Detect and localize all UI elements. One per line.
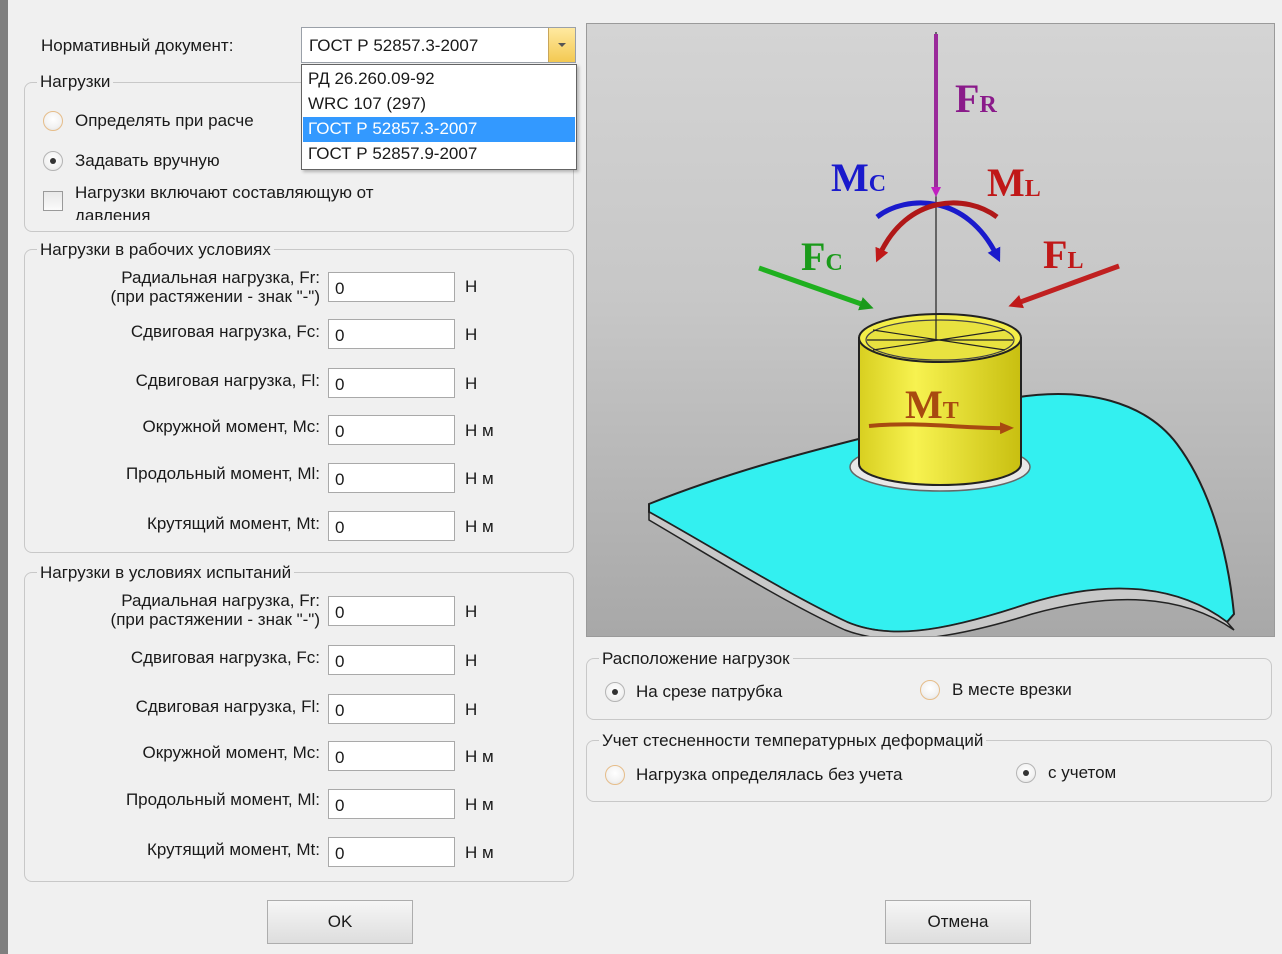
test-fc-input[interactable]: 0 — [328, 645, 455, 675]
radio-calc[interactable] — [43, 111, 63, 131]
radio-manual-label[interactable]: Задавать вручную — [75, 151, 220, 171]
test-fl-unit: Н — [465, 700, 478, 719]
radio-thermal-without-label[interactable]: Нагрузка определялась без учета — [636, 765, 903, 785]
work-mc-unit: Н м — [465, 421, 494, 440]
test-ml-input[interactable]: 0 — [328, 789, 455, 819]
location-group-title: Расположение нагрузок — [599, 649, 793, 669]
work-fc-input[interactable]: 0 — [328, 319, 455, 349]
fc-label: FC — [801, 234, 843, 279]
work-fl-label: Сдвиговая нагрузка, Fl: — [135, 371, 320, 390]
work-ml-unit: Н м — [465, 469, 494, 488]
cancel-button[interactable]: Отмена — [885, 900, 1031, 944]
pressure-checkbox-label-clipped: давления — [75, 206, 151, 220]
test-fr-unit: Н — [465, 602, 478, 621]
work-mt-label: Крутящий момент, Mt: — [147, 514, 320, 533]
mc-label: MC — [831, 155, 886, 200]
work-group-title: Нагрузки в рабочих условиях — [37, 240, 274, 260]
work-fl-unit: Н — [465, 374, 478, 393]
pressure-checkbox-label[interactable]: Нагрузки включают составляющую от — [75, 183, 374, 203]
work-ml-label: Продольный момент, Ml: — [125, 464, 320, 483]
radio-thermal-without[interactable] — [605, 765, 625, 785]
work-fc-label: Сдвиговая нагрузка, Fc: — [130, 322, 320, 341]
radio-location-insert-label[interactable]: В месте врезки — [952, 680, 1072, 700]
test-fr-input[interactable]: 0 — [328, 596, 455, 626]
work-fr-label: Радиальная нагрузка, Fr: (при растяжении… — [110, 268, 320, 306]
test-mc-input[interactable]: 0 — [328, 741, 455, 771]
radio-thermal-with[interactable] — [1016, 763, 1036, 783]
test-mt-label: Крутящий момент, Mt: — [147, 840, 320, 859]
test-fl-label: Сдвиговая нагрузка, Fl: — [135, 697, 320, 716]
work-fr-input[interactable]: 0 — [328, 272, 455, 302]
radio-location-cut-label[interactable]: На срезе патрубка — [636, 682, 782, 702]
dropdown-option-rd[interactable]: РД 26.260.09-92 — [303, 67, 575, 92]
test-fl-input[interactable]: 0 — [328, 694, 455, 724]
ok-button[interactable]: OK — [267, 900, 413, 944]
test-ml-unit: Н м — [465, 795, 494, 814]
work-mt-input[interactable]: 0 — [328, 511, 455, 541]
ml-label: ML — [987, 160, 1041, 205]
window-left-border — [0, 0, 8, 954]
test-group-title: Нагрузки в условиях испытаний — [37, 563, 295, 583]
normative-combobox-value: ГОСТ Р 52857.3-2007 — [309, 36, 479, 55]
chevron-down-icon[interactable] — [548, 28, 575, 62]
normative-combobox[interactable]: ГОСТ Р 52857.3-2007 — [301, 27, 576, 63]
test-ml-label: Продольный момент, Ml: — [125, 790, 320, 809]
test-fc-label: Сдвиговая нагрузка, Fc: — [130, 648, 320, 667]
radio-location-cut[interactable] — [605, 682, 625, 702]
work-fr-unit: Н — [465, 277, 478, 296]
test-mc-label: Окружной момент, Mc: — [142, 743, 320, 762]
test-fr-label: Радиальная нагрузка, Fr: (при растяжении… — [110, 591, 320, 629]
radio-location-insert[interactable] — [920, 680, 940, 700]
radio-manual[interactable] — [43, 151, 63, 171]
test-mc-unit: Н м — [465, 747, 494, 766]
nozzle-load-diagram: FR MC ML FC FL MT — [648, 32, 1236, 636]
fr-label: FR — [955, 76, 997, 121]
work-fc-unit: Н — [465, 325, 478, 344]
fl-label: FL — [1043, 232, 1083, 277]
dropdown-option-gost-9[interactable]: ГОСТ Р 52857.9-2007 — [303, 142, 575, 167]
test-mt-unit: Н м — [465, 843, 494, 862]
radio-thermal-with-label[interactable]: с учетом — [1048, 763, 1116, 783]
test-fc-unit: Н — [465, 651, 478, 670]
dropdown-option-gost-3[interactable]: ГОСТ Р 52857.3-2007 — [303, 117, 575, 142]
work-mt-unit: Н м — [465, 517, 494, 536]
pressure-checkbox[interactable] — [43, 191, 63, 211]
thermal-group-title: Учет стесненности температурных деформац… — [599, 731, 987, 751]
test-mt-input[interactable]: 0 — [328, 837, 455, 867]
dropdown-option-wrc[interactable]: WRC 107 (297) — [303, 92, 575, 117]
radio-calc-label[interactable]: Определять при расче — [75, 111, 254, 131]
normative-dropdown-list[interactable]: РД 26.260.09-92 WRC 107 (297) ГОСТ Р 528… — [301, 64, 577, 170]
work-ml-input[interactable]: 0 — [328, 463, 455, 493]
loads-group-title: Нагрузки — [37, 72, 114, 92]
work-mc-label: Окружной момент, Mc: — [142, 417, 320, 436]
load-diagram-view: FR MC ML FC FL MT — [586, 23, 1275, 637]
normative-label: Нормативный документ: — [41, 36, 234, 55]
work-fl-input[interactable]: 0 — [328, 368, 455, 398]
work-mc-input[interactable]: 0 — [328, 415, 455, 445]
